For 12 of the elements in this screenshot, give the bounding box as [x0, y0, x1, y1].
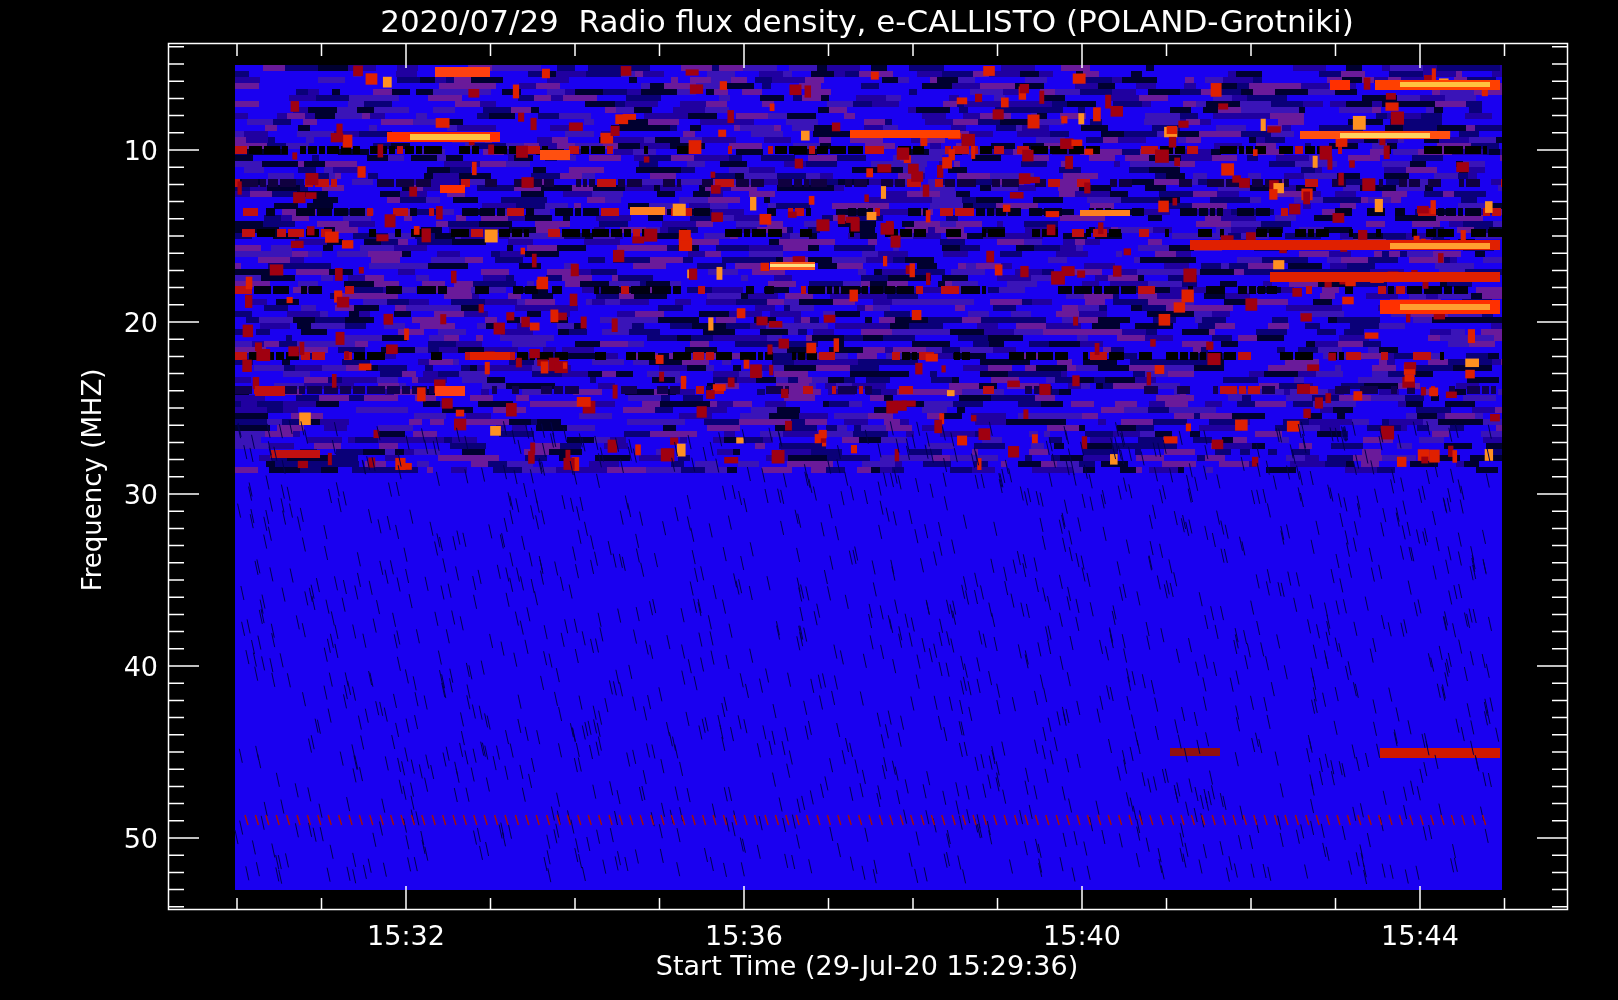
x-tick-label: 15:36 [705, 920, 783, 951]
x-tick-label: 15:40 [1043, 920, 1121, 951]
x-tick-label: 15:32 [367, 920, 445, 951]
y-tick-label: 20 [123, 307, 158, 338]
x-tick-label: 15:44 [1381, 920, 1459, 951]
y-tick-label: 30 [123, 479, 158, 510]
y-axis-title: Frequency (MHZ) [77, 368, 107, 592]
chart-title: 2020/07/29 Radio flux density, e-CALLISTO (POLAND-Grotniki) [380, 3, 1354, 39]
y-tick-label: 10 [123, 135, 158, 166]
x-axis-title: Start Time (29-Jul-20 15:29:36) [655, 950, 1079, 981]
y-tick-label: 40 [123, 651, 158, 682]
y-tick-label: 50 [123, 823, 158, 854]
